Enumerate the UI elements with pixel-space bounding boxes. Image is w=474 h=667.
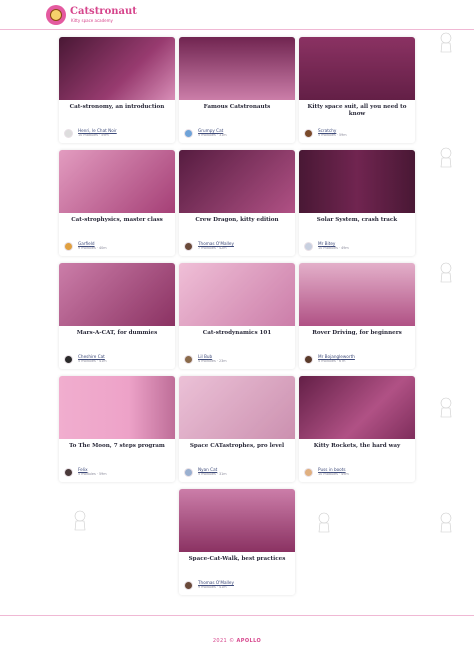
brand-tagline: Kitty space academy xyxy=(71,18,113,23)
space-cat-decoration-icon xyxy=(438,145,454,171)
track-card[interactable]: Solar System, crash track Mr Bitey 10 mod… xyxy=(299,150,415,256)
track-title[interactable]: Cat-strophysics, master class xyxy=(59,213,175,235)
track-card[interactable]: Crew Dragon, kitty edition Thomas O'Mall… xyxy=(179,150,295,256)
brand-title[interactable]: Catstronaut xyxy=(70,6,137,17)
track-title[interactable]: Space-Cat-Walk, best practices xyxy=(179,552,295,574)
track-meta: 5 modules · 31m xyxy=(198,133,227,137)
cat-profile-image xyxy=(59,376,175,439)
apollo-logo[interactable]: APOLLO xyxy=(237,638,262,644)
track-author: Mr Bitey 10 modules · 49m xyxy=(304,241,349,251)
author-avatar xyxy=(184,128,193,138)
author-avatar xyxy=(64,128,73,138)
track-title[interactable]: Famous Catstronauts xyxy=(179,100,295,122)
track-card[interactable]: To The Moon, 7 steps program Felix 5 modu… xyxy=(59,376,175,482)
author-avatar xyxy=(304,241,313,251)
author-avatar xyxy=(64,467,73,477)
track-card[interactable]: Rover Driving, for beginners Mr Bojangle… xyxy=(299,263,415,369)
track-title[interactable]: Cat-strodynamics 101 xyxy=(179,326,295,348)
cat-astronauts-image xyxy=(179,37,295,100)
track-card[interactable]: Kitty Rockets, the hard way Puss in boot… xyxy=(299,376,415,482)
track-meta: 4 modules · 23m xyxy=(198,359,227,363)
track-title[interactable]: Crew Dragon, kitty edition xyxy=(179,213,295,235)
white-cat-image xyxy=(179,376,295,439)
cat-rocket-image xyxy=(179,150,295,213)
author-avatar xyxy=(184,241,193,251)
cat-rover-image xyxy=(299,263,415,326)
track-author: Puss in boots 10 modules · 49m xyxy=(304,467,349,477)
track-meta: 10 modules · 59m xyxy=(78,133,109,137)
cat-suit-planets-image xyxy=(59,150,175,213)
track-title[interactable]: Kitty Rockets, the hard way xyxy=(299,439,415,461)
track-meta: 9 modules · 40m xyxy=(78,246,107,250)
track-card[interactable]: Mars-A-CAT, for dummies Cheshire Cat 5 mo… xyxy=(59,263,175,369)
cat-galaxy-image xyxy=(59,37,175,100)
space-cat-decoration-icon xyxy=(316,510,332,536)
track-author: Thomas O'Malley 7 modules · 42m xyxy=(184,241,234,251)
track-meta: 5 modules · 59m xyxy=(78,472,107,476)
track-meta: 9 modules · 41m xyxy=(198,585,227,589)
track-author: Thomas O'Malley 9 modules · 41m xyxy=(184,580,234,590)
space-cat-decoration-icon xyxy=(438,510,454,536)
track-meta: 5 modules · 59m xyxy=(318,133,347,137)
track-meta: 5 modules · 31m xyxy=(198,472,227,476)
footer-credit: 2021 © APOLLO xyxy=(0,638,474,644)
track-card[interactable]: Space-Cat-Walk, best practices Thomas O'… xyxy=(179,489,295,595)
track-author: Henri, le Chat Noir 10 modules · 59m xyxy=(64,128,117,138)
author-avatar xyxy=(184,354,193,364)
track-meta: 5 modules · 6 m xyxy=(318,359,346,363)
author-avatar xyxy=(64,354,73,364)
author-avatar xyxy=(184,467,193,477)
author-avatar xyxy=(184,580,193,590)
track-title[interactable]: Cat-stronomy, an introduction xyxy=(59,100,175,122)
track-card[interactable]: Famous Catstronauts Grumpy Cat 5 modules … xyxy=(179,37,295,143)
cat-walking-image xyxy=(179,489,295,552)
track-author: Garfield 9 modules · 40m xyxy=(64,241,107,251)
cat-helmets-image xyxy=(299,37,415,100)
track-author: Mr Bojangleworth 5 modules · 6 m xyxy=(304,354,355,364)
track-card[interactable]: Cat-stronomy, an introduction Henri, le … xyxy=(59,37,175,143)
track-meta: 10 modules · 49m xyxy=(318,472,349,476)
space-cat-decoration-icon xyxy=(438,30,454,56)
author-avatar xyxy=(304,354,313,364)
track-title[interactable]: Space CATastrophes, pro level xyxy=(179,439,295,461)
track-author: Cheshire Cat 5 modules · 41m xyxy=(64,354,107,364)
track-title[interactable]: Kitty space suit, all you need to know xyxy=(299,100,415,122)
space-cat-decoration-icon xyxy=(438,395,454,421)
track-meta: 7 modules · 42m xyxy=(198,246,227,250)
track-title[interactable]: Solar System, crash track xyxy=(299,213,415,235)
cat-face-image xyxy=(59,263,175,326)
author-avatar xyxy=(304,128,313,138)
track-author: Felix 5 modules · 59m xyxy=(64,467,107,477)
track-meta: 10 modules · 49m xyxy=(318,246,349,250)
track-card[interactable]: Kitty space suit, all you need to know S… xyxy=(299,37,415,143)
track-card[interactable]: Cat-strodynamics 101 Lil Bub 4 modules · … xyxy=(179,263,295,369)
track-author: Scratchy 5 modules · 59m xyxy=(304,128,347,138)
footer-year: 2021 © xyxy=(212,638,235,644)
kitten-image xyxy=(299,376,415,439)
catstronaut-logo-icon[interactable] xyxy=(46,5,66,25)
cat-lying-image xyxy=(179,263,295,326)
track-card[interactable]: Cat-strophysics, master class Garfield 9 … xyxy=(59,150,175,256)
track-author: Grumpy Cat 5 modules · 31m xyxy=(184,128,227,138)
track-meta: 5 modules · 41m xyxy=(78,359,107,363)
cat-planets-image xyxy=(299,150,415,213)
author-avatar xyxy=(304,467,313,477)
space-cat-decoration-icon xyxy=(438,260,454,286)
author-avatar xyxy=(64,241,73,251)
track-title[interactable]: Mars-A-CAT, for dummies xyxy=(59,326,175,348)
space-cat-decoration-icon xyxy=(72,508,88,534)
track-author: Lil Bub 4 modules · 23m xyxy=(184,354,227,364)
track-card[interactable]: Space CATastrophes, pro level Nyan Cat 5 … xyxy=(179,376,295,482)
track-author: Nyan Cat 5 modules · 31m xyxy=(184,467,227,477)
app-header: Catstronaut Kitty space academy xyxy=(0,0,474,30)
track-title[interactable]: To The Moon, 7 steps program xyxy=(59,439,175,461)
app-footer: 2021 © APOLLO xyxy=(0,615,474,667)
track-title[interactable]: Rover Driving, for beginners xyxy=(299,326,415,348)
